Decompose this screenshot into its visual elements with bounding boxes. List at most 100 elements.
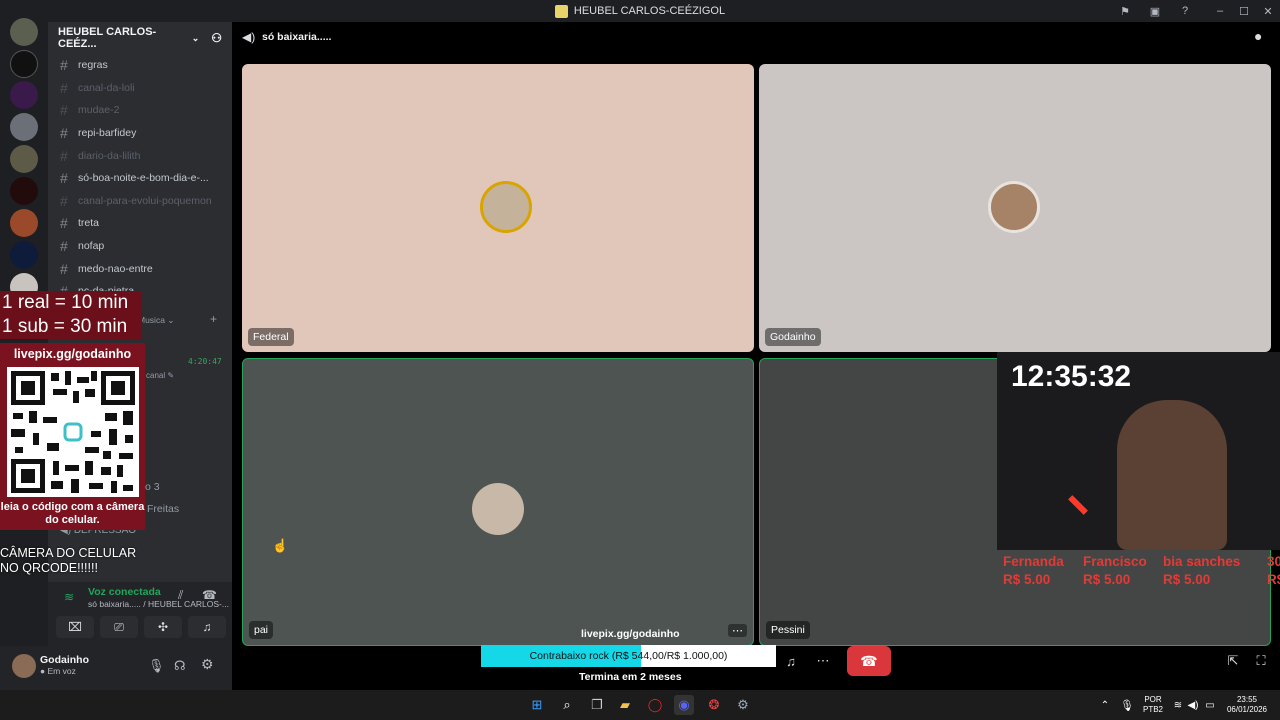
- webcam-person: [1117, 400, 1227, 550]
- voice-status[interactable]: Voz conectada: [88, 586, 161, 598]
- battery-icon[interactable]: ▭: [1200, 695, 1220, 715]
- language-indicator[interactable]: POR PTB2: [1140, 695, 1166, 715]
- participant-tile-federal[interactable]: Federal: [242, 64, 754, 352]
- server-icon[interactable]: [10, 145, 38, 173]
- add-channel-icon[interactable]: +: [210, 312, 217, 326]
- voice-user-frag[interactable]: Freitas: [147, 503, 179, 515]
- participant-tile-godainho[interactable]: Godainho: [759, 64, 1271, 352]
- clock-time: 23:55: [1236, 695, 1258, 704]
- goal-progress-bar: Contrabaixo rock (R$ 544,00/R$ 1.000,00): [481, 645, 776, 667]
- streamer-webcam: 12:35:32: [997, 352, 1280, 550]
- popout-icon[interactable]: ⇱: [1222, 650, 1244, 672]
- server-icon[interactable]: [10, 81, 38, 109]
- channel-item[interactable]: # treta: [48, 212, 232, 235]
- server-header[interactable]: HEUBEL CARLOS-CEÉZ... ⌄ ⚇: [48, 22, 232, 54]
- settings-gear-icon[interactable]: ⚙: [201, 656, 214, 673]
- clock[interactable]: 23:55 06/01/2026: [1222, 695, 1272, 715]
- task-view-icon[interactable]: ❐: [587, 695, 607, 715]
- stream-clock: 12:35:32: [1011, 360, 1132, 393]
- rate-line-2: 1 sub = 30 min: [2, 316, 128, 337]
- server-icon[interactable]: [10, 177, 38, 205]
- hash-icon: #: [60, 79, 68, 96]
- voice-channel-frag[interactable]: o 3: [145, 481, 160, 493]
- donor-amount: R$ 5.00: [1163, 572, 1211, 587]
- noise-suppression-icon[interactable]: ⫽: [178, 588, 183, 603]
- microphone-icon[interactable]: 🎙: [148, 658, 165, 674]
- more-options-icon[interactable]: ⋯: [812, 650, 834, 672]
- opera-icon[interactable]: ◯: [645, 695, 665, 715]
- server-icon[interactable]: [10, 209, 38, 237]
- channel-item[interactable]: # nofap: [48, 235, 232, 258]
- search-icon[interactable]: ⌕: [557, 695, 577, 715]
- channel-item[interactable]: # só-boa-noite-e-bom-dia-e-...: [48, 167, 232, 190]
- hang-up-button[interactable]: ☎: [847, 646, 891, 676]
- settings-gear-icon[interactable]: ⚙: [733, 695, 753, 715]
- camera-button[interactable]: ⌧: [56, 616, 94, 638]
- flag-icon[interactable]: ⚑: [1110, 0, 1140, 22]
- channel-label: repi-barfidey: [78, 127, 137, 140]
- qr-url: livepix.gg/godainho: [13, 347, 132, 361]
- server-icon[interactable]: [10, 18, 38, 46]
- minimize-button[interactable]: –: [1208, 0, 1232, 22]
- user-panel: Godainho ● Em voz 🎙 ☊ ⚙: [0, 646, 232, 690]
- app-icon[interactable]: ❂: [704, 695, 724, 715]
- category-header[interactable]: Musica ⌄: [138, 315, 174, 326]
- clock-date: 06/01/2026: [1226, 705, 1268, 714]
- channel-item[interactable]: # mudae-2: [48, 99, 232, 122]
- more-options-icon[interactable]: ⋯: [728, 624, 747, 637]
- disconnect-icon[interactable]: ☎: [202, 588, 217, 602]
- channel-item[interactable]: # diario-da-lilith: [48, 144, 232, 167]
- call-channel-name: só baixaria.....: [262, 31, 332, 43]
- donor-amount: R$: [1267, 572, 1280, 587]
- language-line-1: POR: [1144, 695, 1162, 704]
- donor-name: Francisco: [1083, 554, 1147, 569]
- avatar: [988, 181, 1040, 233]
- channel-item[interactable]: # repi-barfidey: [48, 122, 232, 145]
- avatar: [480, 181, 532, 233]
- help-icon[interactable]: ?: [1170, 0, 1200, 22]
- channel-label: nofap: [78, 240, 105, 253]
- language-line-2: PTB2: [1142, 705, 1163, 714]
- headphones-icon[interactable]: ☊: [174, 658, 186, 674]
- donor-name: Fernanda: [1003, 554, 1064, 569]
- inbox-icon[interactable]: ▣: [1140, 0, 1170, 22]
- chevron-up-icon[interactable]: ⌃: [1095, 695, 1115, 715]
- username[interactable]: Godainho: [40, 654, 89, 666]
- channel-item[interactable]: # canal-da-loli: [48, 77, 232, 100]
- soundboard-button[interactable]: ♫: [188, 616, 226, 638]
- channel-item[interactable]: # canal-para-evolui-poquemon: [48, 190, 232, 213]
- soundboard-icon[interactable]: ♫: [780, 650, 802, 672]
- server-icon[interactable]: [10, 50, 38, 78]
- channel-item[interactable]: # regras: [48, 54, 232, 77]
- chat-bubble-icon[interactable]: ●: [1254, 28, 1262, 44]
- channel-item[interactable]: # medo-nao-entre: [48, 257, 232, 280]
- channel-label: canal-para-evolui-poquemon: [78, 194, 212, 207]
- recent-donors: Fernanda R$ 5.00 Francisco R$ 5.00 bia sanch…: [1003, 553, 1280, 591]
- maximize-button[interactable]: ☐: [1232, 0, 1256, 22]
- window-title: HEUBEL CARLOS-CEÉZIGOL: [554, 4, 725, 18]
- hash-icon: #: [60, 238, 68, 255]
- discord-icon[interactable]: ◉: [674, 695, 694, 715]
- camera-instruction-line-2: NO QRCODE!!!!!!: [0, 561, 98, 575]
- file-explorer-icon[interactable]: ▰: [615, 695, 635, 715]
- microphone-icon[interactable]: 🎙: [1117, 695, 1137, 715]
- close-button[interactable]: ✕: [1256, 0, 1280, 22]
- channel-label: canal-da-loli: [78, 81, 135, 94]
- qr-caption: leia o código com a câmera do celular.: [0, 501, 145, 526]
- windows-start-icon[interactable]: ⊞: [527, 695, 547, 715]
- server-icon[interactable]: [10, 113, 38, 141]
- participant-name: Godainho: [765, 328, 821, 346]
- screen-share-button[interactable]: ⎚: [100, 616, 138, 638]
- chevron-down-icon: ⌄: [191, 32, 200, 43]
- server-icon[interactable]: [10, 241, 38, 269]
- activities-button[interactable]: ✣: [144, 616, 182, 638]
- channel-label: treta: [78, 217, 100, 230]
- add-member-icon[interactable]: ⚇: [211, 31, 222, 45]
- avatar[interactable]: [12, 654, 36, 678]
- donor-entry: Francisco R$ 5.00: [1083, 553, 1147, 589]
- hash-icon: #: [60, 57, 68, 74]
- participant-tile-pai[interactable]: pai ⋯: [242, 358, 754, 646]
- fullscreen-icon[interactable]: ⛶: [1250, 650, 1272, 672]
- donor-amount: R$ 5.00: [1003, 572, 1051, 587]
- camera-instruction-line-1: CÂMERA DO CELULAR: [0, 546, 137, 560]
